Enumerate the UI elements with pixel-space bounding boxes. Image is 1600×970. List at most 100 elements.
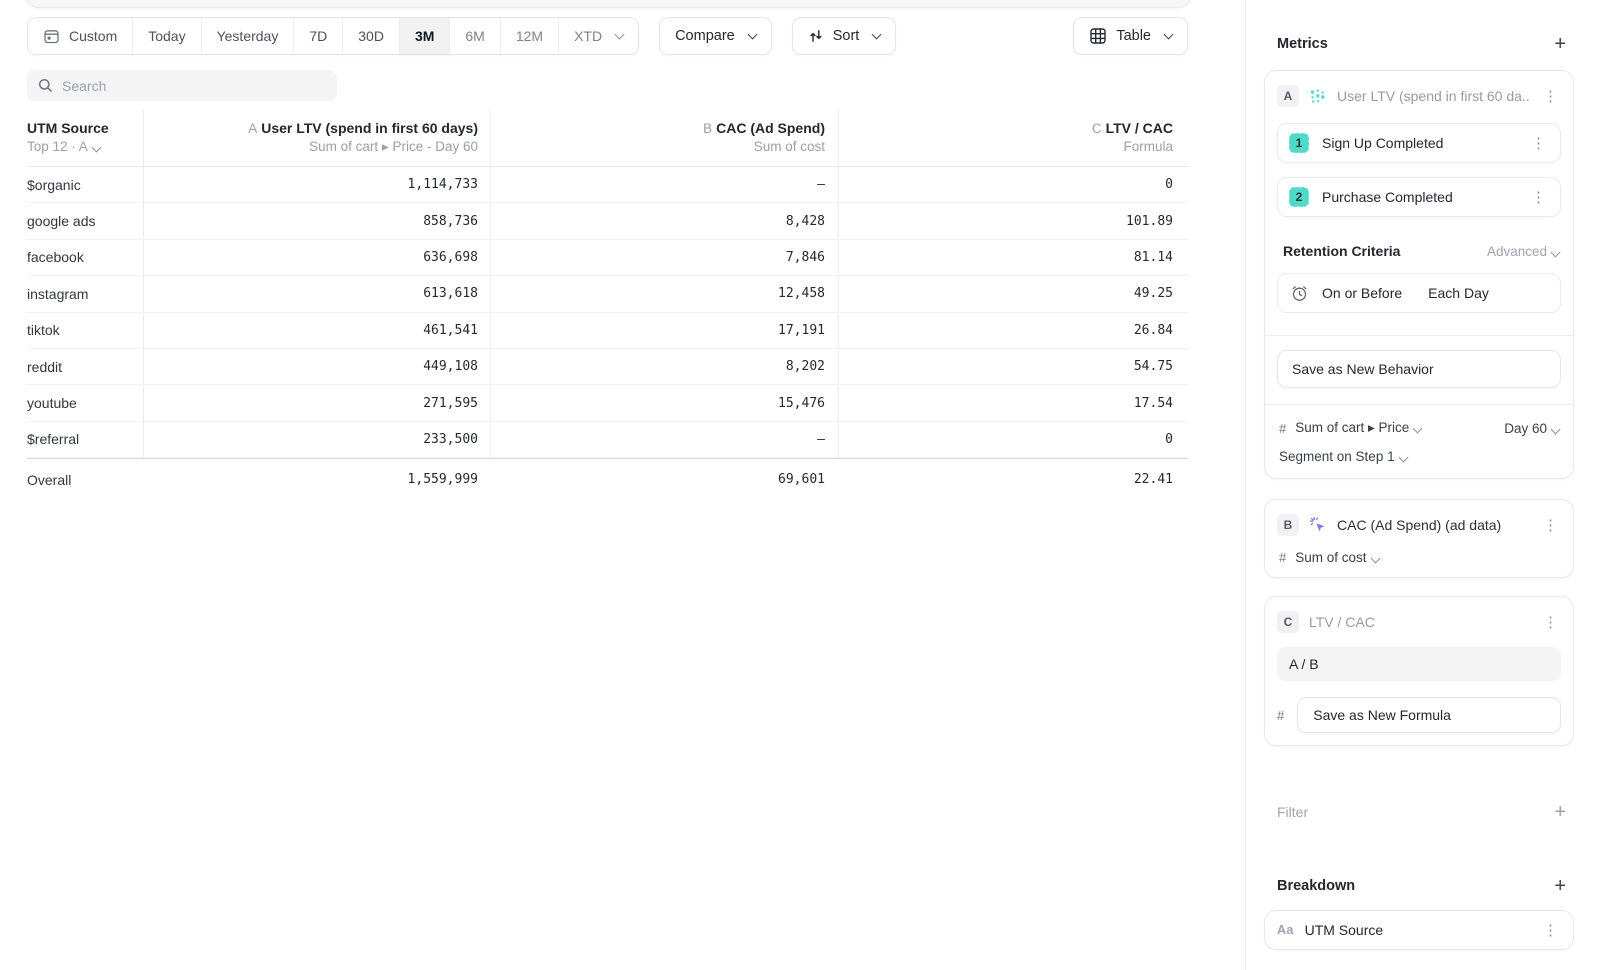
- formula-input[interactable]: A / B: [1277, 647, 1561, 681]
- metric-b-aggregation-dropdown[interactable]: Sum of cost: [1295, 550, 1378, 565]
- range-custom-label: Custom: [69, 28, 117, 44]
- search-input[interactable]: [62, 78, 326, 94]
- segment-row: Segment on Step 1: [1277, 449, 1561, 464]
- string-type-icon: Aa: [1277, 923, 1294, 937]
- segment-dropdown[interactable]: Segment on Step 1: [1279, 449, 1407, 464]
- overall-label: Overall: [27, 472, 143, 488]
- alarm-clock-icon: [1290, 284, 1309, 303]
- chevron-down-icon: [1370, 554, 1380, 564]
- filter-section-header: Filter +: [1264, 802, 1574, 822]
- metric-b-header[interactable]: B CAC (Ad Spend) (ad data) ⋮: [1277, 512, 1561, 538]
- main-content: Custom Today Yesterday 7D 30D 3M 6M 12M …: [0, 0, 1245, 970]
- range-custom-button[interactable]: Custom: [28, 18, 133, 54]
- metric-b-menu-button[interactable]: ⋮: [1540, 518, 1561, 533]
- step-1-badge: 1: [1289, 133, 1309, 153]
- breakdown-item-utm-source[interactable]: Aa UTM Source ⋮: [1264, 910, 1574, 950]
- metric-c-badge: C: [1277, 611, 1299, 633]
- range-3m-button[interactable]: 3M: [400, 18, 450, 54]
- metric-c-card: C LTV / CAC ⋮ A / B # Save as New Formul…: [1264, 596, 1574, 746]
- metric-b-aggregation-row: # Sum of cost: [1277, 550, 1561, 565]
- table-row[interactable]: facebook 636,698 7,846 81.14: [27, 240, 1188, 276]
- range-30d-button[interactable]: 30D: [343, 18, 400, 54]
- metrics-section-header: Metrics +: [1264, 34, 1574, 54]
- step-1-menu-button[interactable]: ⋮: [1528, 136, 1549, 151]
- range-12m-button[interactable]: 12M: [501, 18, 559, 54]
- range-xtd-button[interactable]: XTD: [559, 18, 638, 54]
- day-window-dropdown[interactable]: Day 60: [1504, 421, 1559, 436]
- query-builder-sidebar: Metrics + A User LTV (spend in first 60 …: [1245, 0, 1600, 970]
- column-c-header[interactable]: CLTV / CAC Formula: [838, 110, 1188, 166]
- chevron-down-icon: [615, 30, 625, 40]
- add-filter-button[interactable]: +: [1554, 802, 1566, 822]
- overall-row: Overall 1,559,999 69,601 22.41: [27, 458, 1188, 500]
- calendar-icon: [43, 28, 60, 45]
- chevron-down-icon: [747, 30, 757, 40]
- table-row[interactable]: tiktok 461,541 17,191 26.84: [27, 313, 1188, 349]
- metric-c-menu-button[interactable]: ⋮: [1540, 615, 1561, 630]
- save-formula-button[interactable]: Save as New Formula: [1297, 697, 1561, 733]
- divider: [1265, 404, 1573, 405]
- retention-behavior-row[interactable]: On or Before Each Day: [1277, 273, 1561, 313]
- chevron-down-icon: [872, 30, 882, 40]
- table-header-row: UTM Source Top 12 · A AUser LTV (spend i…: [27, 110, 1188, 167]
- sort-arrows-icon: [808, 28, 824, 44]
- search-box[interactable]: [27, 70, 337, 101]
- chevron-down-icon: [91, 142, 101, 152]
- range-yesterday-button[interactable]: Yesterday: [202, 18, 295, 54]
- compare-button[interactable]: Compare: [659, 17, 772, 55]
- metric-a-header[interactable]: A User LTV (spend in first 60 da... ⋮: [1277, 83, 1561, 109]
- add-metric-button[interactable]: +: [1554, 34, 1566, 54]
- metric-b-name: CAC (Ad Spend) (ad data): [1337, 517, 1501, 533]
- chevron-down-icon: [1398, 453, 1408, 463]
- divider: [1265, 335, 1573, 336]
- table-grid-icon: [1089, 27, 1107, 45]
- aggregation-row: # Sum of cart ▸ Price Day 60: [1277, 420, 1561, 436]
- metric-c-header[interactable]: C LTV / CAC ⋮: [1277, 609, 1561, 635]
- date-range-group: Custom Today Yesterday 7D 30D 3M 6M 12M …: [27, 17, 639, 55]
- metrics-title: Metrics: [1277, 36, 1328, 52]
- table-row[interactable]: youtube 271,595 15,476 17.54: [27, 385, 1188, 421]
- results-table: UTM Source Top 12 · A AUser LTV (spend i…: [27, 110, 1188, 500]
- column-b-header[interactable]: BCAC (Ad Spend) Sum of cost: [490, 110, 838, 166]
- range-7d-button[interactable]: 7D: [294, 18, 343, 54]
- metric-b-card: B CAC (Ad Spend) (ad data) ⋮ # Sum of co…: [1264, 499, 1574, 578]
- step-2-row[interactable]: 2 Purchase Completed ⋮: [1277, 177, 1561, 217]
- chevron-down-icon: [1413, 424, 1423, 434]
- breakdown-menu-button[interactable]: ⋮: [1540, 923, 1561, 938]
- source-topn-dropdown[interactable]: Top 12 · A: [27, 140, 100, 155]
- chevron-down-icon: [1551, 247, 1561, 257]
- number-type-icon: #: [1279, 421, 1286, 436]
- retention-criteria-row: Retention Criteria Advanced: [1277, 243, 1561, 259]
- range-6m-button[interactable]: 6M: [450, 18, 500, 54]
- step-2-menu-button[interactable]: ⋮: [1528, 190, 1549, 205]
- breakdown-section-header: Breakdown +: [1264, 876, 1574, 896]
- toolbar: Custom Today Yesterday 7D 30D 3M 6M 12M …: [27, 17, 1188, 55]
- table-row[interactable]: reddit 449,108 8,202 54.75: [27, 349, 1188, 385]
- step-2-badge: 2: [1289, 187, 1309, 207]
- sort-button[interactable]: Sort: [792, 17, 897, 55]
- table-row[interactable]: $organic 1,114,733 – 0: [27, 167, 1188, 203]
- table-row[interactable]: $referral 233,500 – 0: [27, 422, 1188, 458]
- save-behavior-button[interactable]: Save as New Behavior: [1277, 350, 1561, 388]
- column-a-header[interactable]: AUser LTV (spend in first 60 days) Sum o…: [143, 110, 490, 166]
- metric-a-card: A User LTV (spend in first 60 da... ⋮ 1 …: [1264, 70, 1574, 479]
- table-row[interactable]: google ads 858,736 8,428 101.89: [27, 203, 1188, 239]
- metric-c-name: LTV / CAC: [1309, 614, 1375, 630]
- behavioral-metric-icon: [1309, 87, 1327, 105]
- step-1-row[interactable]: 1 Sign Up Completed ⋮: [1277, 123, 1561, 163]
- table-row[interactable]: instagram 613,618 12,458 49.25: [27, 276, 1188, 312]
- previous-card-edge: [25, 0, 1192, 8]
- add-breakdown-button[interactable]: +: [1554, 876, 1566, 896]
- number-type-icon: #: [1279, 550, 1286, 565]
- ad-data-icon: [1309, 516, 1327, 534]
- advanced-dropdown[interactable]: Advanced: [1487, 244, 1559, 259]
- chevron-down-icon: [1551, 424, 1561, 434]
- breakdown-title: Breakdown: [1277, 878, 1355, 894]
- formula-row: # Save as New Formula: [1277, 697, 1561, 733]
- aggregation-dropdown[interactable]: Sum of cart ▸ Price: [1295, 420, 1421, 436]
- metric-a-badge: A: [1277, 85, 1299, 107]
- view-table-button[interactable]: Table: [1073, 17, 1188, 55]
- source-column-header[interactable]: UTM Source Top 12 · A: [27, 110, 143, 166]
- metric-a-menu-button[interactable]: ⋮: [1540, 89, 1561, 104]
- range-today-button[interactable]: Today: [133, 18, 201, 54]
